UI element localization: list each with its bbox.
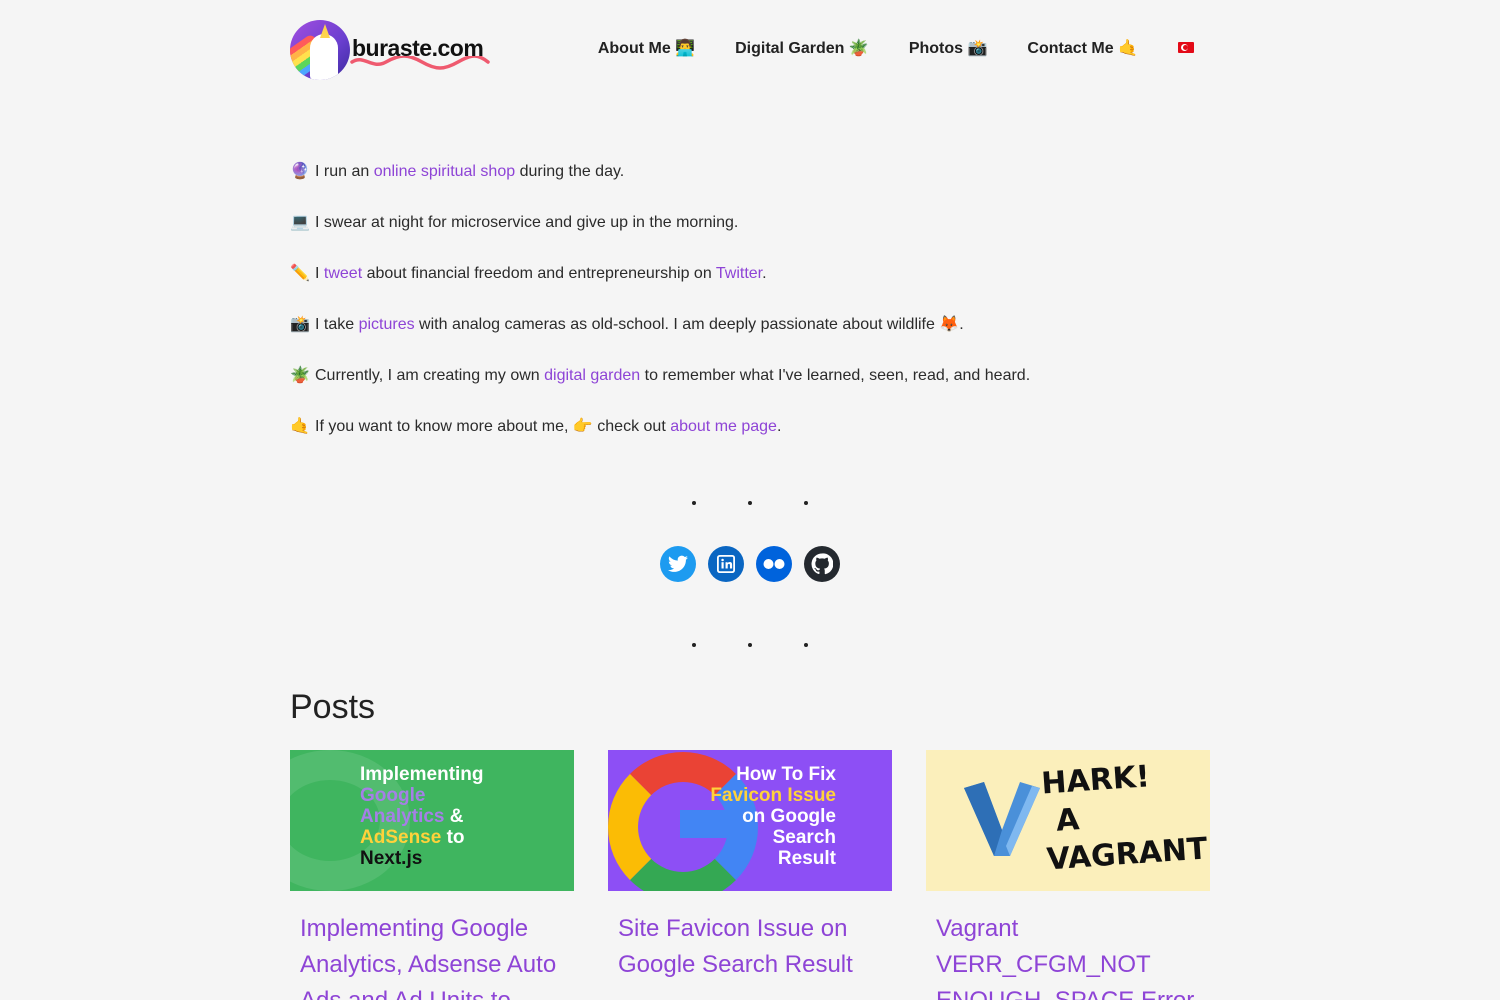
nav-about-me[interactable]: About Me 👨‍💻: [598, 38, 695, 58]
post-title[interactable]: Vagrant VERR_CFGM_NOT ENOUGH_SPACE Error: [926, 891, 1210, 1000]
site-logo[interactable]: buraste.com: [290, 20, 490, 80]
twitter-icon: [668, 555, 688, 572]
unicorn-logo-icon: [290, 20, 350, 80]
page: buraste.com About Me 👨‍💻 Digital Garden …: [290, 0, 1210, 1000]
vagrant-logo-icon: [964, 782, 1040, 856]
about-me-page-link[interactable]: about me page: [670, 418, 777, 435]
post-thumbnail[interactable]: HARK! A VAGRANT: [926, 750, 1210, 891]
pictures-link[interactable]: pictures: [359, 316, 415, 333]
digital-garden-link[interactable]: digital garden: [544, 367, 640, 384]
post-card[interactable]: Implementing Google Analytics & AdSense …: [290, 750, 574, 1000]
call-me-hand-icon: 🤙: [290, 418, 310, 435]
post-card[interactable]: HARK! A VAGRANT Vagrant VERR_CFGM_NOT EN…: [926, 750, 1210, 1000]
nav-digital-garden[interactable]: Digital Garden 🪴: [735, 38, 869, 58]
online-spiritual-shop-link[interactable]: online spiritual shop: [374, 163, 515, 180]
intro-section: 🔮 I run an online spiritual shop during t…: [290, 160, 1210, 466]
site-header: buraste.com About Me 👨‍💻 Digital Garden …: [290, 0, 1210, 100]
logo-squiggle-icon: [350, 56, 490, 70]
post-title[interactable]: Site Favicon Issue on Google Search Resu…: [608, 891, 892, 983]
intro-line: ✏️ I tweet about financial freedom and en…: [290, 262, 1210, 313]
main-nav: About Me 👨‍💻 Digital Garden 🪴 Photos 📸 C…: [598, 38, 1194, 58]
post-thumbnail[interactable]: Implementing Google Analytics & AdSense …: [290, 750, 574, 891]
intro-line: 📸 I take pictures with analog cameras as …: [290, 313, 1210, 364]
intro-line: 🪴 Currently, I am creating my own digital…: [290, 364, 1210, 415]
post-title[interactable]: Implementing Google Analytics, Adsense A…: [290, 891, 574, 1000]
nav-photos[interactable]: Photos 📸: [909, 38, 988, 58]
flickr-button[interactable]: [756, 546, 792, 582]
intro-line: 🤙 If you want to know more about me, 👉 ch…: [290, 415, 1210, 466]
laptop-icon: 💻: [290, 214, 310, 231]
posts-grid: Implementing Google Analytics & AdSense …: [290, 750, 1210, 1000]
pencil-icon: ✏️: [290, 265, 310, 282]
github-icon: [811, 553, 833, 575]
flickr-icon: [763, 559, 785, 569]
linkedin-icon: [717, 555, 735, 573]
github-button[interactable]: [804, 546, 840, 582]
camera-flash-icon: 📸: [290, 316, 310, 333]
linkedin-button[interactable]: [708, 546, 744, 582]
tweet-link[interactable]: tweet: [324, 265, 362, 282]
potted-plant-icon: 🪴: [290, 367, 310, 384]
intro-line: 💻 I swear at night for microservice and g…: [290, 211, 1210, 262]
intro-line: 🔮 I run an online spiritual shop during t…: [290, 160, 1210, 211]
twitter-button[interactable]: [660, 546, 696, 582]
language-switch[interactable]: [1178, 39, 1194, 57]
twitter-link[interactable]: Twitter: [716, 265, 762, 282]
posts-heading: Posts: [290, 688, 376, 726]
nav-contact-me[interactable]: Contact Me 🤙: [1027, 38, 1138, 58]
social-links: [660, 546, 852, 582]
divider-dots: [290, 632, 1210, 651]
post-card[interactable]: How To Fix Favicon Issue on Google Searc…: [608, 750, 892, 1000]
divider-dots: [290, 490, 1210, 509]
turkish-flag-icon: [1178, 42, 1194, 54]
crystal-ball-icon: 🔮: [290, 163, 310, 180]
post-thumbnail[interactable]: How To Fix Favicon Issue on Google Searc…: [608, 750, 892, 891]
